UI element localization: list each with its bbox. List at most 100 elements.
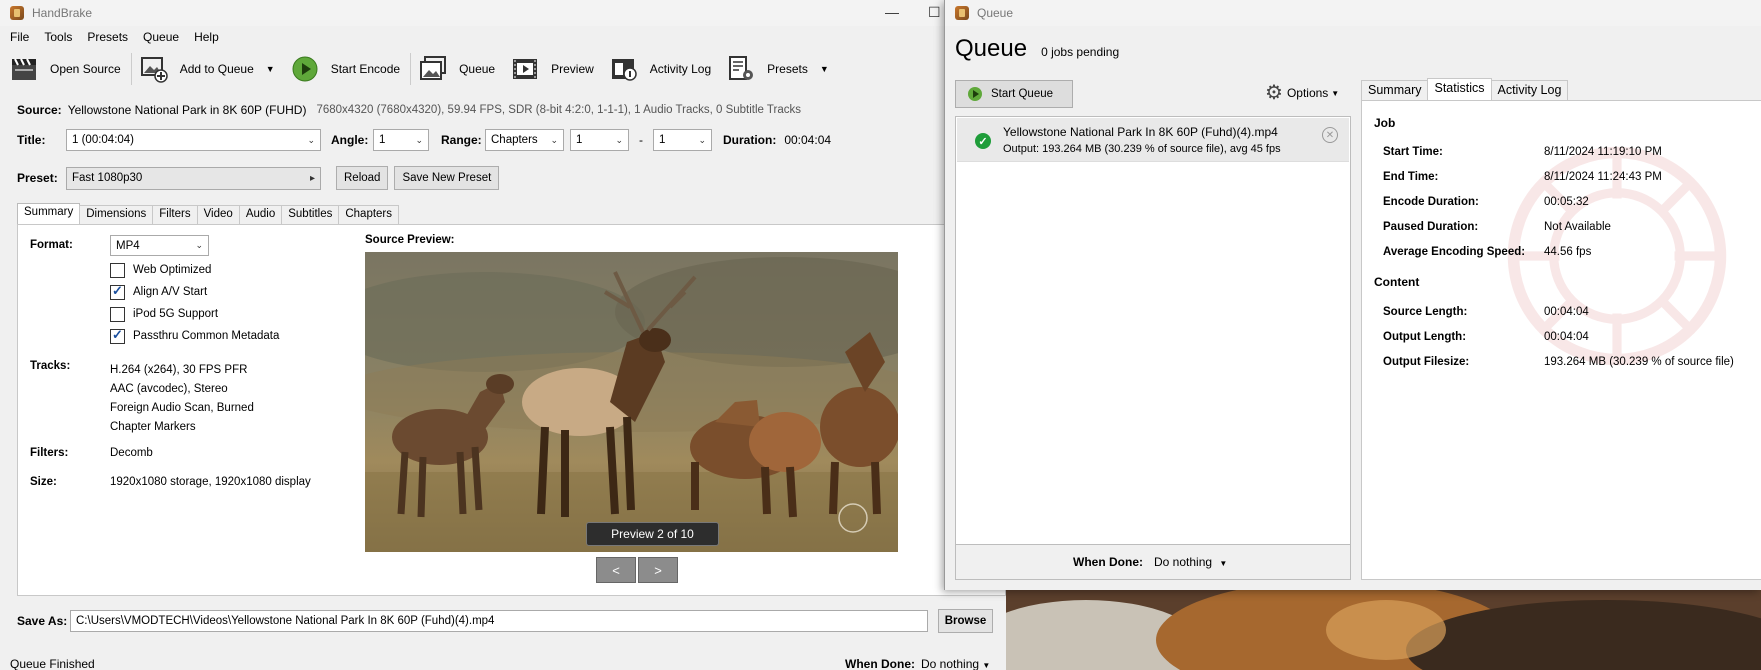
queue-button[interactable]: Queue <box>419 55 495 83</box>
output-length-label: Output Length: <box>1383 331 1467 343</box>
preview-label: Preview <box>551 62 594 76</box>
play-icon <box>968 87 982 101</box>
tab-subtitles[interactable]: Subtitles <box>281 205 340 225</box>
title-select[interactable]: 1 (00:04:04) ⌄ <box>66 129 321 151</box>
chevron-down-icon: ⌄ <box>195 240 203 250</box>
format-select[interactable]: MP4 ⌄ <box>110 235 209 256</box>
presets-button[interactable]: Presets ▼ <box>727 55 829 83</box>
passthru-metadata-option[interactable]: Passthru Common Metadata <box>110 325 279 347</box>
start-time-value: 8/11/2024 11:19:10 PM <box>1544 146 1662 158</box>
menu-file[interactable]: File <box>10 30 29 44</box>
source-length-value: 00:04:04 <box>1544 306 1589 318</box>
chevron-down-icon: ⌄ <box>615 134 623 145</box>
preset-select[interactable]: Fast 1080p30 ▸ <box>66 166 321 190</box>
tab-audio[interactable]: Audio <box>238 205 283 225</box>
range-label: Range: <box>441 133 482 147</box>
preset-label: Preset: <box>17 171 58 185</box>
remove-job-icon[interactable]: ✕ <box>1322 127 1338 143</box>
background-photo <box>1006 590 1761 670</box>
stat-paused-duration: Paused Duration: Not Available <box>1383 221 1611 233</box>
main-when-done-select[interactable]: Do nothing ▼ <box>921 657 990 670</box>
chevron-down-icon: ⌄ <box>550 134 558 145</box>
toolbar: Open Source Add to Queue ▼ Start Encode … <box>0 48 1006 90</box>
main-when-done-label: When Done: <box>845 657 915 670</box>
menu-presets[interactable]: Presets <box>87 30 128 44</box>
tab-video[interactable]: Video <box>196 205 240 225</box>
angle-value: 1 <box>379 134 386 146</box>
chevron-down-icon: ⌄ <box>698 134 706 145</box>
preview-next-button[interactable]: > <box>638 557 678 583</box>
open-source-button[interactable]: Open Source <box>10 55 121 83</box>
filters-label: Filters: <box>30 447 69 459</box>
job-section-title: Job <box>1374 116 1396 130</box>
queue-window-title: Queue <box>977 6 1014 20</box>
handbrake-logo-icon <box>10 6 24 20</box>
options-button[interactable]: ⚙ Options ▼ <box>1265 83 1339 103</box>
main-tabs: Summary Dimensions Filters Video Audio S… <box>17 203 400 225</box>
preset-value: Fast 1080p30 <box>72 172 143 184</box>
align-av-option[interactable]: Align A/V Start <box>110 281 279 303</box>
title-row: Title: 1 (00:04:04) ⌄ Angle: 1 ⌄ Range: Ch… <box>17 129 831 151</box>
tab-chapters[interactable]: Chapters <box>338 205 400 225</box>
output-filesize-label: Output Filesize: <box>1383 356 1470 368</box>
tab-summary[interactable]: Summary <box>17 203 81 225</box>
start-queue-button[interactable]: Start Queue <box>955 80 1073 108</box>
preview-button[interactable]: Preview <box>511 55 594 83</box>
track-item: Chapter Markers <box>110 421 196 433</box>
end-time-value: 8/11/2024 11:24:43 PM <box>1544 171 1662 183</box>
web-optimized-option[interactable]: Web Optimized <box>110 259 279 281</box>
range-start-select[interactable]: 1 ⌄ <box>570 129 629 151</box>
presets-dropdown-icon[interactable]: ▼ <box>820 64 829 74</box>
save-new-preset-button[interactable]: Save New Preset <box>394 166 500 190</box>
open-source-label: Open Source <box>50 62 121 76</box>
ipod-checkbox[interactable] <box>110 306 125 322</box>
range-end-select[interactable]: 1 ⌄ <box>653 129 712 151</box>
filters-value: Decomb <box>110 447 153 459</box>
maximize-icon[interactable]: ☐ <box>928 4 941 21</box>
statistics-panel: Job Start Time: 8/11/2024 11:19:10 PM End… <box>1361 100 1761 580</box>
add-to-queue-dropdown-icon[interactable]: ▼ <box>266 64 275 74</box>
menu-tools[interactable]: Tools <box>44 30 72 44</box>
add-to-queue-button[interactable]: Add to Queue ▼ <box>140 55 275 83</box>
add-to-queue-label: Add to Queue <box>179 62 254 76</box>
tab-dimensions[interactable]: Dimensions <box>79 205 154 225</box>
queue-tab-summary[interactable]: Summary <box>1361 80 1429 101</box>
main-when-done-value: Do nothing <box>921 657 980 670</box>
menu-help[interactable]: Help <box>194 30 219 44</box>
preview-prev-button[interactable]: < <box>596 557 636 583</box>
source-row: Source: Yellowstone National Park in 8K … <box>17 103 801 117</box>
activity-log-button[interactable]: Activity Log <box>610 55 711 83</box>
ipod-option[interactable]: iPod 5G Support <box>110 303 279 325</box>
duration-value: 00:04:04 <box>784 133 832 147</box>
tracks-list: H.264 (x264), 30 FPS PFR AAC (avcodec), … <box>110 361 254 437</box>
angle-select[interactable]: 1 ⌄ <box>373 129 429 151</box>
range-type-select[interactable]: Chapters ⌄ <box>485 129 564 151</box>
image-stack-icon <box>420 56 447 80</box>
source-name: Yellowstone National Park in 8K 60P (FUH… <box>67 103 307 117</box>
range-start-value: 1 <box>576 134 583 146</box>
queue-job-item[interactable]: ✓ Yellowstone National Park In 8K 60P (F… <box>957 118 1349 162</box>
queue-tab-statistics[interactable]: Statistics <box>1427 78 1492 101</box>
minimize-icon[interactable]: — <box>885 4 899 20</box>
queue-tab-activity-log[interactable]: Activity Log <box>1490 80 1569 101</box>
start-encode-button[interactable]: Start Encode <box>291 55 400 83</box>
passthru-metadata-checkbox[interactable] <box>110 327 125 344</box>
browse-button[interactable]: Browse <box>938 609 993 633</box>
save-as-input[interactable]: C:\Users\VMODTECH\Videos\Yellowstone Nat… <box>70 610 928 632</box>
presets-gear-icon <box>729 56 754 80</box>
stat-source-length: Source Length: 00:04:04 <box>1383 306 1589 318</box>
queue-when-done-select[interactable]: Do nothing ▼ <box>1154 555 1227 569</box>
stat-avg-speed: Average Encoding Speed: 44.56 fps <box>1383 246 1591 258</box>
queue-window: Queue Queue 0 jobs pending Start Queue ⚙… <box>944 0 1761 590</box>
web-optimized-checkbox[interactable] <box>110 262 125 278</box>
reload-button[interactable]: Reload <box>336 166 389 190</box>
align-av-checkbox[interactable] <box>110 283 125 300</box>
content-section-title: Content <box>1374 275 1420 289</box>
source-label: Source: <box>17 103 62 117</box>
size-label: Size: <box>30 476 57 488</box>
menu-queue[interactable]: Queue <box>143 30 179 44</box>
toolbar-separator <box>410 53 412 85</box>
queue-footer: When Done: Do nothing ▼ <box>955 545 1351 580</box>
end-time-label: End Time: <box>1383 171 1439 183</box>
tab-filters[interactable]: Filters <box>152 205 198 225</box>
